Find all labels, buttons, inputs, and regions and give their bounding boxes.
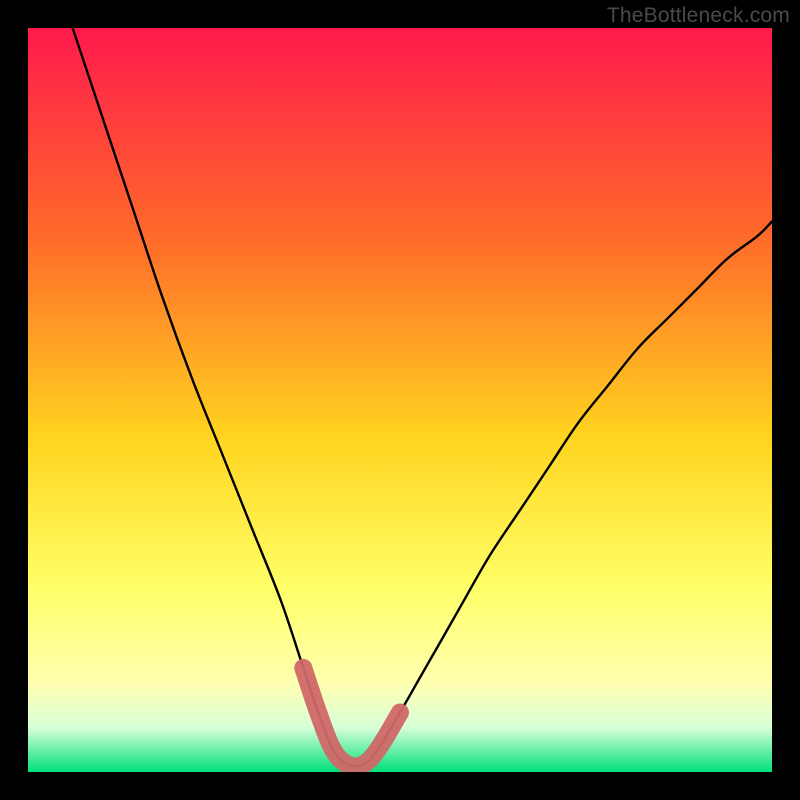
chart-frame: TheBottleneck.com xyxy=(0,0,800,800)
watermark-text: TheBottleneck.com xyxy=(607,4,790,28)
chart-svg xyxy=(28,28,772,772)
gradient-background xyxy=(28,28,772,772)
plot-area xyxy=(28,28,772,772)
